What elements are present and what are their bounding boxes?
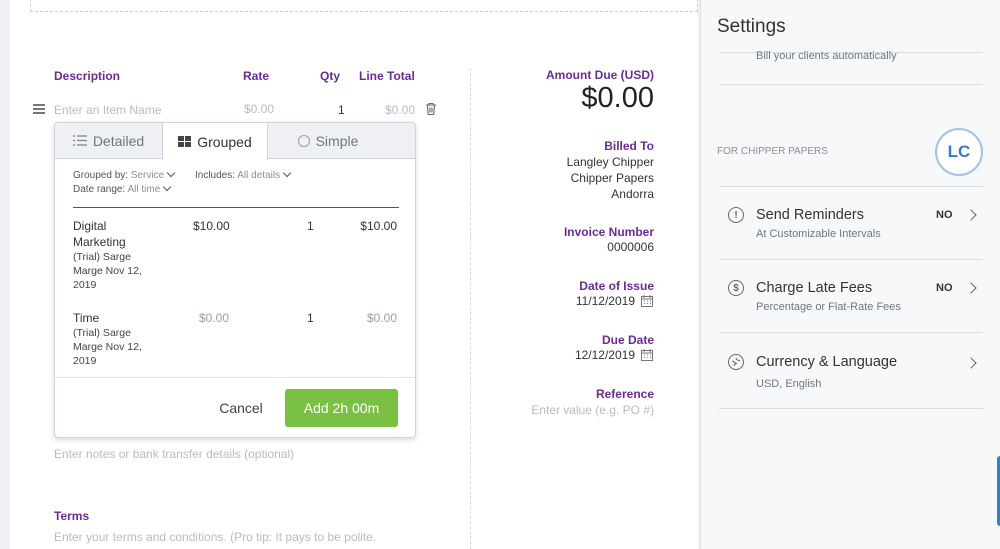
dollar-clock-icon: $	[728, 280, 744, 296]
row-rate: $10.00	[193, 219, 230, 233]
setting-subtitle: Percentage or Flat-Rate Fees	[756, 301, 901, 313]
setting-charge-late-fees[interactable]: $ Charge Late Fees Percentage or Flat-Ra…	[701, 260, 1000, 332]
avatar[interactable]: LC	[935, 128, 983, 176]
row-name: Digital	[73, 219, 107, 233]
filter-value: Service	[130, 170, 165, 181]
row-detail: 2019	[73, 355, 97, 367]
reference-label: Reference	[595, 387, 654, 401]
invoice-number-value[interactable]: 0000006	[480, 240, 654, 254]
item-rate-input[interactable]: $0.00	[244, 102, 274, 116]
table-row[interactable]: Time (Trial) Sarge Marge Nov 12, 2019 $0…	[73, 311, 399, 371]
chevron-right-icon	[965, 209, 977, 221]
calendar-icon[interactable]	[641, 294, 653, 312]
add-time-button[interactable]: Add 2h 00m	[285, 389, 398, 427]
row-name: Time	[73, 311, 100, 325]
invoice-header-dropzone	[30, 0, 698, 12]
amount-due-label: Amount Due (USD)	[546, 68, 654, 82]
trash-icon[interactable]	[425, 102, 437, 116]
row-total: $10.00	[360, 219, 397, 233]
reference-input[interactable]: Enter value (e.g. PO #)	[480, 403, 654, 417]
terms-label: Terms	[54, 509, 90, 523]
divider	[73, 207, 399, 208]
chevron-right-icon	[965, 282, 977, 294]
row-detail: 2019	[73, 279, 97, 291]
item-name-input[interactable]: Enter an Item Name	[54, 103, 161, 117]
row-name: Marketing	[73, 235, 126, 249]
notes-input[interactable]: Enter notes or bank transfer details (op…	[54, 447, 294, 461]
includes-dropdown[interactable]: Includes: All details	[195, 168, 292, 181]
divider	[719, 408, 983, 409]
clock-icon: !	[728, 207, 744, 223]
chevron-down-icon	[166, 168, 176, 178]
billed-to-label: Billed To	[604, 139, 654, 153]
filter-value: All details	[237, 170, 281, 181]
invoice-number-label: Invoice Number	[563, 225, 654, 239]
chevron-right-icon	[965, 357, 977, 369]
setting-subtitle: At Customizable Intervals	[756, 228, 881, 240]
filter-label: Includes:	[195, 170, 236, 181]
drag-handle-icon[interactable]	[33, 104, 45, 114]
setting-status: NO	[936, 282, 953, 294]
chevron-down-icon	[163, 182, 172, 192]
tab-detailed[interactable]: Detailed	[55, 123, 162, 159]
billed-to-line-3: Andorra	[611, 187, 654, 201]
table-row[interactable]: Digital Marketing (Trial) Sarge Marge No…	[73, 219, 399, 293]
row-qty: 1	[307, 219, 314, 233]
footer-divider	[55, 377, 415, 378]
divider	[719, 84, 983, 85]
header-rate: Rate	[243, 69, 270, 83]
row-rate: $0.00	[199, 311, 230, 325]
tab-label: Detailed	[92, 133, 145, 149]
setting-title: Currency & Language	[756, 354, 898, 370]
for-business-label: FOR CHIPPER PAPERS	[717, 146, 828, 157]
row-total: $0.00	[366, 311, 397, 325]
setting-subtitle: USD, English	[756, 378, 822, 390]
terms-input[interactable]: Enter your terms and conditions. (Pro ti…	[54, 530, 376, 544]
row-qty: 1	[307, 311, 314, 325]
filter-value: All time	[127, 184, 161, 195]
tab-label: Grouped	[197, 133, 252, 150]
row-detail: (Trial) Sarge	[73, 251, 131, 263]
tab-simple[interactable]: Simple	[268, 123, 388, 159]
tab-label: Simple	[315, 133, 359, 149]
filter-label: Grouped by:	[73, 170, 129, 181]
list-icon	[72, 133, 87, 149]
setting-title: Charge Late Fees	[756, 280, 873, 296]
setting-currency-language[interactable]: Currency & Language USD, English	[701, 333, 1000, 408]
grid-icon	[178, 134, 192, 150]
due-date-label: Due Date	[601, 333, 654, 347]
globe-icon	[728, 354, 744, 370]
row-detail: (Trial) Sarge	[73, 327, 131, 339]
billed-to-line-1: Langley Chipper	[566, 155, 654, 169]
column-divider	[470, 68, 471, 549]
tab-grouped[interactable]: Grouped	[162, 123, 268, 160]
header-qty: Qty	[320, 69, 341, 83]
setting-send-reminders[interactable]: ! Send Reminders At Customizable Interva…	[701, 187, 1000, 259]
date-of-issue-value[interactable]: 11/12/2019	[480, 294, 635, 308]
header-description: Description	[54, 69, 121, 83]
grouped-by-dropdown[interactable]: Grouped by: Service	[73, 168, 176, 181]
filter-label: Date range:	[73, 184, 126, 195]
header-line-total: Line Total	[359, 69, 415, 83]
radio-icon	[297, 135, 310, 147]
cancel-button[interactable]: Cancel	[205, 389, 277, 427]
date-range-dropdown[interactable]: Date range: All time	[73, 182, 172, 195]
calendar-icon[interactable]	[641, 348, 653, 366]
date-of-issue-label: Date of Issue	[579, 279, 654, 293]
row-detail: Marge Nov 12,	[73, 265, 142, 277]
chevron-down-icon	[282, 168, 292, 178]
row-detail: Marge Nov 12,	[73, 341, 142, 353]
bill-automatically-text: Bill your clients automatically	[756, 50, 897, 62]
amount-due-value: $0.00	[581, 82, 654, 114]
due-date-value[interactable]: 12/12/2019	[480, 348, 635, 362]
billed-to-line-2: Chipper Papers	[570, 171, 654, 185]
settings-panel: Settings Bill your clients automatically…	[700, 0, 1000, 549]
settings-title: Settings	[717, 16, 786, 37]
item-qty-input[interactable]: 1	[338, 103, 345, 117]
item-line-total: $0.00	[385, 103, 416, 117]
time-import-popover: Detailed Grouped Simple Grouped by: Serv…	[54, 122, 416, 438]
setting-status: NO	[936, 209, 953, 221]
setting-title: Send Reminders	[756, 207, 864, 223]
